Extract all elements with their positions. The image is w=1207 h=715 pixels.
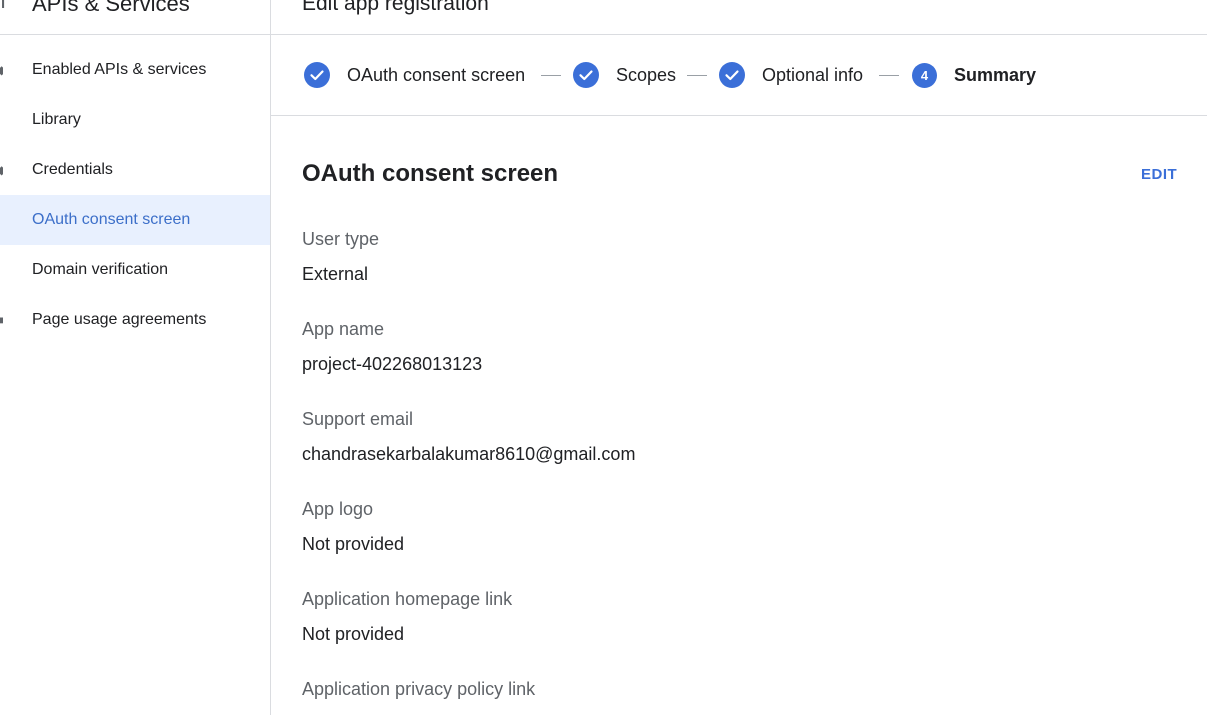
settings-list-icon: ■: [0, 312, 3, 328]
edit-button[interactable]: EDIT: [1141, 165, 1177, 185]
step-divider: [687, 75, 707, 76]
sidebar-item-enabled-apis[interactable]: ◆ Enabled APIs & services: [0, 45, 270, 95]
field-homepage-link: Application homepage link Not provided: [302, 588, 512, 645]
sidebar-item-credentials[interactable]: ◆ Credentials: [0, 145, 270, 195]
step-divider: [879, 75, 899, 76]
field-value: Not provided: [302, 534, 405, 554]
field-value: Not provided: [302, 624, 405, 644]
field-app-name: App name project-402268013123: [302, 318, 482, 375]
field-support-email: Support email chandrasekarbalakumar8610@…: [302, 408, 635, 465]
key-icon: ◆: [0, 162, 3, 178]
sidebar: I APIs & Services ◆ Enabled APIs & servi…: [0, 0, 271, 715]
field-user-type: User type External: [302, 228, 379, 285]
page-header: Edit app registration: [271, 0, 1207, 35]
step-label: Summary: [954, 65, 1037, 85]
step-number-badge: 4: [912, 62, 937, 88]
stepper: OAuth consent screen Scopes Optional inf…: [271, 35, 1207, 116]
field-label: Support email: [302, 409, 414, 429]
sidebar-item-label: Enabled APIs & services: [32, 61, 207, 78]
sidebar-item-label: Domain verification: [32, 261, 169, 278]
sidebar-item-oauth-consent-screen[interactable]: OAuth consent screen: [0, 195, 270, 245]
field-value: project-402268013123: [302, 354, 483, 374]
field-label: App logo: [302, 499, 374, 519]
sidebar-item-domain-verification[interactable]: Domain verification: [0, 245, 270, 295]
product-title: APIs & Services: [32, 0, 190, 16]
field-label: Application privacy policy link: [302, 679, 536, 699]
page-title: Edit app registration: [302, 0, 489, 15]
sidebar-header: I APIs & Services: [0, 0, 270, 35]
step-label: OAuth consent screen: [347, 65, 526, 85]
check-circle-icon: [573, 62, 599, 88]
field-label: App name: [302, 319, 385, 339]
step-number: 4: [920, 67, 929, 83]
field-app-logo: App logo Not provided: [302, 498, 404, 555]
check-circle-icon: [719, 62, 745, 88]
field-privacy-policy-link: Application privacy policy link: [302, 678, 535, 700]
sidebar-nav: ◆ Enabled APIs & services Library ◆ Cred…: [0, 45, 270, 345]
step-scopes[interactable]: Scopes: [573, 62, 676, 88]
section-title: OAuth consent screen: [302, 160, 559, 187]
step-label: Scopes: [616, 65, 677, 85]
sidebar-item-label: Library: [32, 111, 81, 128]
step-summary[interactable]: 4 Summary: [912, 62, 1036, 88]
api-product-icon: I: [0, 0, 7, 13]
step-label: Optional info: [762, 65, 864, 85]
step-oauth-consent-screen[interactable]: OAuth consent screen: [304, 62, 525, 88]
sidebar-item-label: Credentials: [32, 161, 113, 178]
step-optional-info[interactable]: Optional info: [719, 62, 863, 88]
field-label: Application homepage link: [302, 589, 513, 609]
main-content: Edit app registration OAuth consent scre…: [271, 0, 1207, 715]
check-circle-icon: [304, 62, 330, 88]
field-value: chandrasekarbalakumar8610@gmail.com: [302, 444, 636, 464]
field-value: External: [302, 264, 369, 284]
enabled-apis-icon: ◆: [0, 62, 3, 78]
sidebar-item-page-usage-agreements[interactable]: ■ Page usage agreements: [0, 295, 270, 345]
sidebar-item-library[interactable]: Library: [0, 95, 270, 145]
app-window: I APIs & Services ◆ Enabled APIs & servi…: [0, 0, 1207, 715]
sidebar-item-label: Page usage agreements: [32, 311, 207, 328]
sidebar-item-label: OAuth consent screen: [32, 211, 191, 228]
field-label: User type: [302, 229, 380, 249]
step-divider: [541, 75, 561, 76]
